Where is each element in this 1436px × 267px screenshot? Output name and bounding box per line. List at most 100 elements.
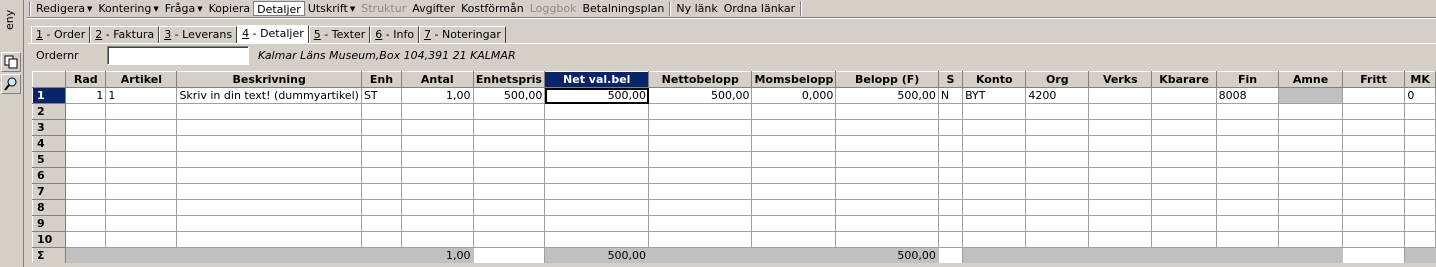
table-cell[interactable] [835, 167, 939, 184]
table-cell[interactable] [1025, 151, 1090, 168]
table-cell[interactable] [1404, 135, 1436, 152]
table-cell[interactable] [962, 167, 1027, 184]
table-cell[interactable] [176, 167, 362, 184]
table-cell[interactable] [1088, 151, 1153, 168]
table-cell[interactable] [1404, 151, 1436, 168]
table-cell[interactable] [1215, 167, 1280, 184]
cell-enhetspris[interactable]: 500,00 [472, 87, 546, 104]
table-cell[interactable] [962, 151, 1027, 168]
table-cell[interactable] [544, 119, 650, 136]
table-cell[interactable] [1404, 199, 1436, 216]
cell-net-val-bel[interactable]: 500,00 [544, 87, 650, 104]
row-number[interactable]: 4 [32, 135, 67, 152]
table-cell[interactable] [937, 151, 964, 168]
tab-texter[interactable]: 5 - Texter [308, 26, 371, 43]
table-cell[interactable] [1278, 151, 1343, 168]
table-cell[interactable] [1151, 135, 1217, 152]
row-number[interactable]: 7 [32, 183, 67, 200]
table-cell[interactable] [1025, 167, 1090, 184]
col-header-enh[interactable]: Enh [360, 71, 403, 88]
table-cell[interactable] [937, 167, 964, 184]
table-cell[interactable] [401, 183, 474, 200]
table-cell[interactable] [360, 119, 403, 136]
col-header-kbarare[interactable]: Kbarare [1151, 71, 1217, 88]
table-cell[interactable] [1025, 103, 1090, 120]
cell-enh[interactable]: ST [360, 87, 403, 104]
table-cell[interactable] [1278, 199, 1343, 216]
table-cell[interactable] [1404, 215, 1436, 232]
table-cell[interactable] [751, 183, 837, 200]
table-cell[interactable] [1151, 215, 1217, 232]
table-cell[interactable] [648, 215, 753, 232]
table-cell[interactable] [648, 183, 753, 200]
table-cell[interactable] [1404, 119, 1436, 136]
col-header-momsbelopp[interactable]: Momsbelopp [751, 71, 837, 88]
cell-fritt[interactable] [1341, 87, 1406, 104]
table-cell[interactable] [65, 103, 107, 120]
table-cell[interactable] [176, 183, 362, 200]
table-cell[interactable] [544, 103, 650, 120]
row-number[interactable]: 6 [32, 167, 67, 184]
table-cell[interactable] [401, 103, 474, 120]
cell-artikel[interactable]: 1 [105, 87, 178, 104]
table-cell[interactable] [835, 231, 939, 248]
table-row[interactable]: 9 [32, 215, 1436, 232]
table-cell[interactable] [1278, 167, 1343, 184]
ordernr-input[interactable] [107, 46, 249, 65]
table-cell[interactable] [1341, 103, 1406, 120]
table-cell[interactable] [105, 103, 178, 120]
table-cell[interactable] [1088, 215, 1153, 232]
table-cell[interactable] [1341, 199, 1406, 216]
menu-ordna-lankar[interactable]: Ordna länkar [721, 1, 798, 16]
table-cell[interactable] [835, 199, 939, 216]
table-cell[interactable] [1088, 103, 1153, 120]
table-cell[interactable] [176, 135, 362, 152]
table-cell[interactable] [1151, 119, 1217, 136]
table-cell[interactable] [962, 231, 1027, 248]
table-cell[interactable] [1025, 119, 1090, 136]
table-cell[interactable] [937, 215, 964, 232]
table-cell[interactable] [472, 167, 546, 184]
table-cell[interactable] [1404, 231, 1436, 248]
table-cell[interactable] [176, 151, 362, 168]
table-cell[interactable] [1025, 135, 1090, 152]
table-cell[interactable] [401, 119, 474, 136]
table-cell[interactable] [105, 183, 178, 200]
table-cell[interactable] [1404, 167, 1436, 184]
table-cell[interactable] [1278, 183, 1343, 200]
table-cell[interactable] [1404, 103, 1436, 120]
table-cell[interactable] [1278, 119, 1343, 136]
table-cell[interactable] [648, 103, 753, 120]
table-cell[interactable] [360, 167, 403, 184]
table-cell[interactable] [1088, 199, 1153, 216]
table-cell[interactable] [1404, 183, 1436, 200]
table-cell[interactable] [65, 119, 107, 136]
table-cell[interactable] [472, 103, 546, 120]
table-cell[interactable] [105, 135, 178, 152]
col-header-rad[interactable]: Rad [65, 71, 107, 88]
table-cell[interactable] [835, 119, 939, 136]
table-cell[interactable] [176, 215, 362, 232]
table-cell[interactable] [1151, 103, 1217, 120]
table-cell[interactable] [962, 215, 1027, 232]
table-cell[interactable] [751, 135, 837, 152]
table-cell[interactable] [1025, 199, 1090, 216]
cell-beskrivning[interactable]: Skriv in din text! (dummyartikel) [176, 87, 362, 104]
table-cell[interactable] [360, 231, 403, 248]
table-row[interactable]: 10 [32, 231, 1436, 248]
col-header-beskrivning[interactable]: Beskrivning [176, 71, 362, 88]
table-cell[interactable] [105, 151, 178, 168]
col-header-konto[interactable]: Konto [962, 71, 1027, 88]
table-cell[interactable] [65, 151, 107, 168]
tab-faktura[interactable]: 2 - Faktura [90, 26, 160, 43]
table-cell[interactable] [544, 231, 650, 248]
table-cell[interactable] [1215, 119, 1280, 136]
table-cell[interactable] [751, 103, 837, 120]
cell-kbarare[interactable] [1151, 87, 1217, 104]
table-cell[interactable] [835, 151, 939, 168]
table-cell[interactable] [360, 183, 403, 200]
cell-rad[interactable]: 1 [65, 87, 107, 104]
table-cell[interactable] [937, 119, 964, 136]
row-number[interactable]: 8 [32, 199, 67, 216]
col-header-amne[interactable]: Amne [1278, 71, 1343, 88]
